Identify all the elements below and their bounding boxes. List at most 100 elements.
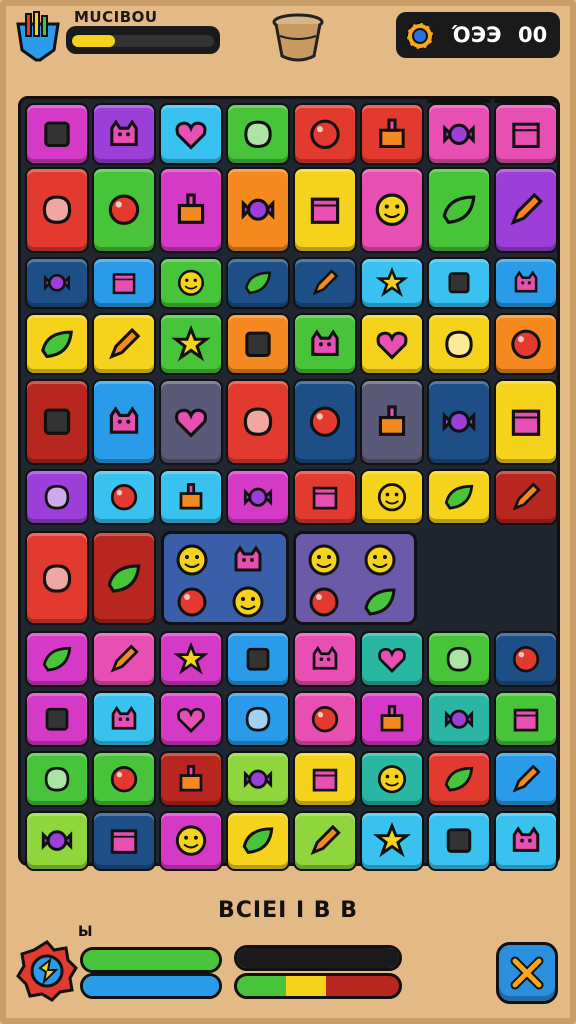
board-tile[interactable]: [92, 811, 156, 871]
board-tile[interactable]: [25, 631, 89, 687]
blob-icon: [244, 120, 272, 148]
board-tile[interactable]: [360, 691, 424, 747]
board-tile[interactable]: [427, 469, 491, 525]
board-tile[interactable]: [494, 313, 558, 375]
board-tile[interactable]: [427, 257, 491, 309]
board-tile[interactable]: [92, 379, 156, 465]
board-tile[interactable]: [293, 167, 357, 253]
board-tile[interactable]: [427, 751, 491, 807]
board-tile[interactable]: [25, 531, 89, 625]
board-tile[interactable]: [25, 751, 89, 807]
power-icon[interactable]: [14, 938, 80, 1004]
board-tile[interactable]: [427, 313, 491, 375]
board-tile[interactable]: [360, 379, 424, 465]
board-tile[interactable]: [494, 379, 558, 465]
board-tile[interactable]: [92, 751, 156, 807]
board-tile[interactable]: [293, 691, 357, 747]
board-tile[interactable]: [494, 811, 558, 871]
board-tile[interactable]: [25, 103, 89, 165]
pencil-icon: [110, 644, 139, 673]
board-tile[interactable]: [494, 631, 558, 687]
blob-icon: [445, 330, 473, 358]
board-tile[interactable]: [494, 469, 558, 525]
board-tile[interactable]: [25, 691, 89, 747]
board-tile[interactable]: [293, 631, 357, 687]
board-tile[interactable]: [494, 751, 558, 807]
board-tile[interactable]: [226, 313, 290, 375]
board-tile[interactable]: [427, 167, 491, 253]
gear-icon[interactable]: [404, 20, 436, 52]
cake-icon: [378, 405, 406, 437]
board-tile[interactable]: [494, 691, 558, 747]
board-tile[interactable]: [159, 167, 223, 253]
board-tile[interactable]: [360, 631, 424, 687]
combo-panel[interactable]: [161, 531, 289, 625]
board-tile[interactable]: [293, 811, 357, 871]
board-tile[interactable]: [159, 313, 223, 375]
board-tile[interactable]: [360, 469, 424, 525]
board-tile[interactable]: [25, 167, 89, 253]
candy-icon: [444, 709, 474, 729]
energy-bar-blue: [80, 973, 222, 999]
board-tile[interactable]: [293, 313, 357, 375]
board-tile[interactable]: [427, 379, 491, 465]
close-button[interactable]: [496, 942, 558, 1004]
board-tile[interactable]: [92, 631, 156, 687]
board-tile[interactable]: [360, 751, 424, 807]
board-tile[interactable]: [360, 257, 424, 309]
board-tile[interactable]: [293, 103, 357, 165]
board-tile[interactable]: [159, 379, 223, 465]
board-tile[interactable]: [25, 257, 89, 309]
board-tile[interactable]: [226, 103, 290, 165]
board-tile[interactable]: [92, 257, 156, 309]
board-tile[interactable]: [293, 469, 357, 525]
board-tile[interactable]: [427, 99, 491, 103]
board-tile[interactable]: [427, 811, 491, 871]
board-tile[interactable]: [159, 691, 223, 747]
blob-icon: [42, 563, 72, 593]
board-tile[interactable]: [293, 379, 357, 465]
board-tile[interactable]: [360, 313, 424, 375]
board-tile[interactable]: [25, 811, 89, 871]
brand-icon[interactable]: [14, 10, 62, 62]
board-tile[interactable]: [360, 811, 424, 871]
board-tile[interactable]: [494, 257, 558, 309]
combo-panel[interactable]: [293, 531, 417, 625]
board-tile[interactable]: [360, 167, 424, 253]
square-icon: [446, 828, 472, 854]
board-tile[interactable]: [159, 751, 223, 807]
board-tile[interactable]: [226, 379, 290, 465]
board-tile[interactable]: [92, 531, 156, 625]
board-tile[interactable]: [25, 313, 89, 375]
board-tile[interactable]: [226, 631, 290, 687]
board-tile[interactable]: [494, 103, 558, 165]
board-tile[interactable]: [427, 631, 491, 687]
board-tile[interactable]: [25, 379, 89, 465]
board-tile[interactable]: [92, 167, 156, 253]
board-tile[interactable]: [427, 103, 491, 165]
board-tile[interactable]: [159, 257, 223, 309]
board-tile[interactable]: [159, 103, 223, 165]
board-tile[interactable]: [159, 811, 223, 871]
board-tile[interactable]: [92, 691, 156, 747]
board-tile[interactable]: [494, 99, 558, 103]
board-tile[interactable]: [25, 469, 89, 525]
board-tile[interactable]: [494, 167, 558, 253]
board-tile[interactable]: [92, 103, 156, 165]
board-tile[interactable]: [360, 103, 424, 165]
board-tile[interactable]: [427, 691, 491, 747]
basket-icon[interactable]: [270, 12, 326, 64]
board-tile[interactable]: [293, 751, 357, 807]
board-tile[interactable]: [226, 691, 290, 747]
board-tile[interactable]: [226, 167, 290, 253]
board-tile[interactable]: [226, 469, 290, 525]
board-tile[interactable]: [226, 811, 290, 871]
board-tile[interactable]: [92, 469, 156, 525]
board-tile[interactable]: [226, 257, 290, 309]
board-tile[interactable]: [159, 631, 223, 687]
board-tile[interactable]: [159, 469, 223, 525]
board-tile[interactable]: [226, 751, 290, 807]
board-tile[interactable]: [293, 257, 357, 309]
cake-icon: [177, 193, 205, 225]
board-tile[interactable]: [92, 313, 156, 375]
